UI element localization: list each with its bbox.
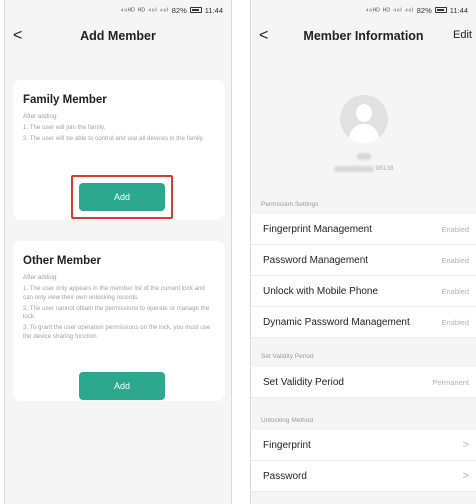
- edit-button[interactable]: Edit: [453, 29, 472, 41]
- description-line: After adding:: [23, 113, 59, 120]
- row-value: Enabled: [441, 317, 469, 327]
- status-time: 11:44: [204, 5, 223, 15]
- row-label: Unlock with Mobile Phone: [263, 285, 379, 297]
- status-bar: ⁴⁶ᴴᴰ ᴴᴰ ⁴⁶ᴵ ⁴⁶ᴵ 82% 11:44: [5, 0, 231, 20]
- family-member-description: After adding: 1. The user will join the …: [23, 113, 215, 144]
- nav-bar: < Member Information Edit: [251, 20, 476, 52]
- battery-percent: 82%: [171, 5, 187, 15]
- add-member-screen: ⁴⁶ᴴᴰ ᴴᴰ ⁴⁶ᴵ ⁴⁶ᴵ 82% 11:44 < Add Member F…: [4, 0, 232, 504]
- row-fingerprint-management[interactable]: Fingerprint Management Enabled: [251, 214, 476, 245]
- phone-suffix: 98138: [375, 165, 394, 172]
- chevron-right-icon: >: [462, 439, 469, 451]
- row-value: Enabled: [441, 286, 469, 296]
- member-profile: 98138: [251, 95, 476, 172]
- nav-bar: < Add Member: [5, 20, 231, 52]
- signal-indicator: ⁴⁶ᴴᴰ ᴴᴰ ⁴⁶ᴵ ⁴⁶ᴵ: [365, 5, 414, 15]
- family-member-card: Family Member After adding: 1. The user …: [13, 80, 225, 220]
- description-line: 2. The user will be able to control and …: [23, 135, 205, 143]
- member-phone: 98138: [251, 165, 476, 172]
- signal-indicator: ⁴⁶ᴴᴰ ᴴᴰ ⁴⁶ᴵ ⁴⁶ᴵ: [120, 5, 169, 15]
- member-name-redacted: [251, 153, 476, 161]
- row-value: Enabled: [441, 224, 469, 234]
- battery-icon: [434, 7, 447, 13]
- description-line: 3. To grant the user operation permissio…: [23, 324, 211, 341]
- row-label: Password Management: [263, 254, 369, 266]
- description-line: 2. The user cannot obtain the permission…: [23, 304, 210, 321]
- member-information-screen: ⁴⁶ᴴᴰ ᴴᴰ ⁴⁶ᴵ ⁴⁶ᴵ 82% 11:44 < Member Infor…: [250, 0, 476, 504]
- row-password[interactable]: Password >: [251, 461, 476, 492]
- other-member-title: Other Member: [23, 255, 101, 267]
- description-line: 1. The user will join the family.: [23, 124, 106, 132]
- back-arrow-icon[interactable]: <: [259, 26, 279, 46]
- family-member-title: Family Member: [23, 94, 107, 106]
- page-title: Member Information: [303, 29, 424, 43]
- permission-settings-label: Permission Settings: [261, 201, 319, 208]
- row-password-management[interactable]: Password Management Enabled: [251, 245, 476, 276]
- back-arrow-icon[interactable]: <: [13, 26, 33, 46]
- chevron-right-icon: >: [462, 470, 469, 482]
- page-title: Add Member: [80, 29, 156, 43]
- battery-percent: 82%: [416, 5, 432, 15]
- row-label: Dynamic Password Management: [263, 316, 410, 328]
- other-member-card: Other Member After adding: 1. The user o…: [13, 241, 225, 401]
- row-label: Fingerprint: [263, 439, 311, 451]
- row-label: Fingerprint Management: [263, 223, 372, 235]
- row-set-validity-period[interactable]: Set Validity Period Permanent: [251, 367, 476, 398]
- row-fingerprint[interactable]: Fingerprint >: [251, 430, 476, 461]
- description-line: After adding:: [23, 274, 59, 281]
- description-line: 1. The user only appears in the member l…: [23, 285, 205, 301]
- row-label: Password: [263, 470, 307, 482]
- battery-icon: [189, 7, 202, 13]
- add-other-member-button[interactable]: Add: [79, 372, 165, 400]
- row-unlock-with-mobile-phone[interactable]: Unlock with Mobile Phone Enabled: [251, 276, 476, 307]
- status-time: 11:44: [449, 5, 468, 15]
- validity-section-label: Set Validity Period: [261, 353, 314, 360]
- avatar-icon: [340, 95, 388, 143]
- unlocking-method-label: Unlocking Method: [261, 417, 314, 424]
- row-value: Permanent: [432, 377, 469, 387]
- status-bar: ⁴⁶ᴴᴰ ᴴᴰ ⁴⁶ᴵ ⁴⁶ᴵ 82% 11:44: [251, 0, 476, 20]
- other-member-description: After adding: 1. The user only appears i…: [23, 274, 215, 342]
- row-value: Enabled: [441, 255, 469, 265]
- add-family-member-button[interactable]: Add: [79, 183, 165, 211]
- row-dynamic-password-management[interactable]: Dynamic Password Management Enabled: [251, 307, 476, 338]
- row-label: Set Validity Period: [263, 376, 344, 388]
